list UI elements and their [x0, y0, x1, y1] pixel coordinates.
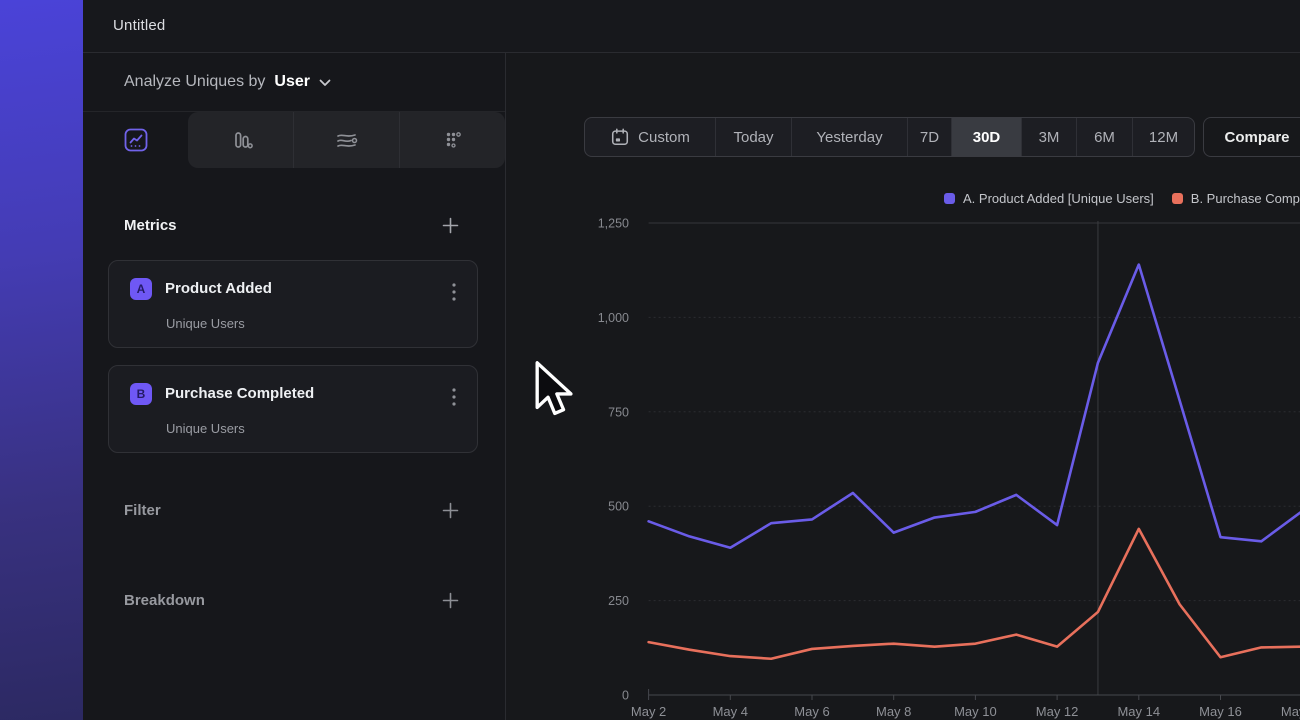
- metric-card-a[interactable]: A Product Added Unique Users: [108, 260, 478, 348]
- tab-grid-dots[interactable]: [399, 112, 505, 168]
- flow-icon: [332, 126, 362, 154]
- report-title[interactable]: Untitled: [113, 17, 165, 34]
- svg-text:500: 500: [608, 500, 629, 514]
- add-breakdown-button[interactable]: [440, 590, 460, 610]
- metric-title[interactable]: Purchase Completed: [165, 385, 314, 402]
- metric-badge-b: B: [130, 383, 152, 405]
- filter-section-label: Filter: [124, 502, 161, 519]
- svg-text:May 14: May 14: [1117, 704, 1160, 719]
- svg-text:250: 250: [608, 594, 629, 608]
- metric-title[interactable]: Product Added: [165, 280, 272, 297]
- svg-text:May 10: May 10: [954, 704, 997, 719]
- svg-text:1,250: 1,250: [598, 217, 629, 231]
- metric-measure[interactable]: Unique Users: [166, 316, 245, 331]
- metrics-section-label: Metrics: [124, 217, 177, 234]
- top-bar: Untitled: [83, 0, 1300, 53]
- kebab-menu-icon[interactable]: [445, 386, 463, 408]
- metric-measure[interactable]: Unique Users: [166, 421, 245, 436]
- tab-bar-chart[interactable]: [188, 112, 293, 168]
- analyze-entity-dropdown[interactable]: User: [274, 73, 310, 91]
- grid-dots-icon: [439, 126, 467, 154]
- svg-text:May 12: May 12: [1036, 704, 1079, 719]
- chart-svg[interactable]: 0 250 500 750 1,000 1,250 May 2 May 4 May 6 May 8…: [506, 53, 1300, 720]
- app-window: Untitled Analyze Uniques by User: [0, 0, 1300, 720]
- tab-line-chart[interactable]: [83, 112, 188, 168]
- bar-chart-icon: [227, 126, 255, 154]
- breakdown-section-label: Breakdown: [124, 592, 205, 609]
- svg-text:May 4: May 4: [713, 704, 748, 719]
- analyze-label: Analyze Uniques by: [124, 73, 265, 91]
- query-sidebar: Analyze Uniques by User: [83, 53, 505, 720]
- svg-text:May 2: May 2: [631, 704, 666, 719]
- add-filter-button[interactable]: [440, 500, 460, 520]
- chevron-down-icon[interactable]: [319, 79, 331, 87]
- add-metric-button[interactable]: [440, 215, 460, 235]
- metric-card-b[interactable]: B Purchase Completed Unique Users: [108, 365, 478, 453]
- metric-badge-a: A: [130, 278, 152, 300]
- left-gradient-strip: [0, 0, 83, 720]
- analyze-row: Analyze Uniques by User: [83, 53, 505, 112]
- chart-type-tab-group: [188, 112, 505, 168]
- svg-text:750: 750: [608, 405, 629, 419]
- tab-flow[interactable]: [293, 112, 399, 168]
- svg-text:1,000: 1,000: [598, 311, 629, 325]
- line-chart-icon: [122, 126, 150, 154]
- svg-text:May 16: May 16: [1199, 704, 1242, 719]
- svg-text:May 18: May 18: [1281, 704, 1300, 719]
- chart-panel: Custom Today Yesterday 7D 30D 3M 6M 12M …: [506, 53, 1300, 720]
- chart-type-tabs: [83, 112, 505, 168]
- kebab-menu-icon[interactable]: [445, 281, 463, 303]
- svg-text:May 6: May 6: [794, 704, 829, 719]
- svg-text:May 8: May 8: [876, 704, 911, 719]
- svg-text:0: 0: [622, 689, 629, 703]
